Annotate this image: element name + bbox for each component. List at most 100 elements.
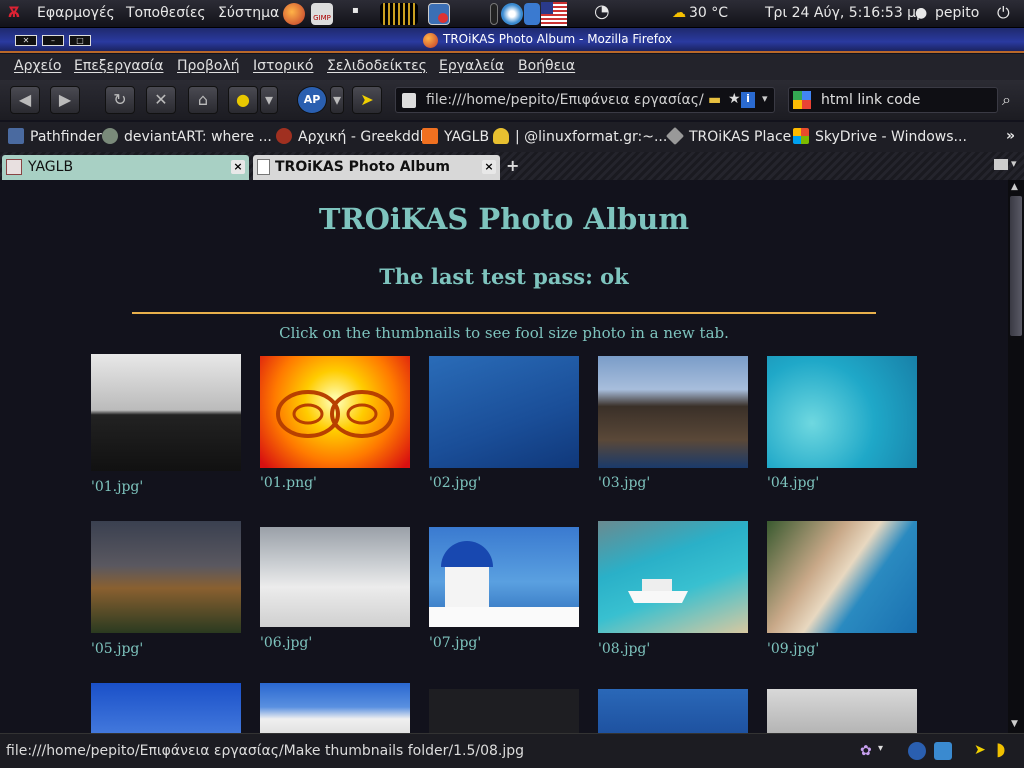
- bookmark-troikas-place[interactable]: TROiKAS Place: [665, 126, 791, 146]
- thumbnail-09-jpg[interactable]: [767, 521, 917, 633]
- addon-dropdown-button[interactable]: ▾: [260, 86, 278, 114]
- thumbnail-08-jpg[interactable]: [598, 521, 748, 633]
- addon-status-icon[interactable]: ✿: [860, 743, 872, 759]
- scroll-down-icon[interactable]: ▼: [1011, 719, 1018, 729]
- thumbnail-caption[interactable]: '09.jpg': [767, 641, 819, 657]
- thumbnail-14-image[interactable]: [767, 689, 917, 733]
- new-tab-icon[interactable]: +: [506, 156, 519, 175]
- dropbox-icon[interactable]: [524, 3, 540, 25]
- applications-menu[interactable]: Εφαρμογές: [37, 5, 115, 21]
- clock[interactable]: Τρι 24 Αύγ, 5:16:53 μμ: [765, 5, 925, 21]
- firefox-launcher-icon[interactable]: [283, 3, 305, 25]
- url-bar[interactable]: file:///home/pepito/Επιφάνεια εργασίας/M…: [395, 87, 775, 113]
- menu-edit[interactable]: Επεξεργασία: [74, 58, 163, 74]
- folder-icon[interactable]: ▬: [708, 92, 721, 108]
- menu-tools[interactable]: Εργαλεία: [439, 58, 504, 74]
- system-menu[interactable]: Σύστημα: [218, 5, 279, 21]
- bookmark-skydrive[interactable]: SkyDrive - Windows...: [793, 128, 967, 145]
- menu-help[interactable]: Βοήθεια: [518, 58, 575, 74]
- weather-temperature[interactable]: 30 °C: [689, 5, 728, 21]
- thumbnail-caption[interactable]: '01.jpg': [91, 479, 143, 495]
- ap-dropdown-button[interactable]: ▾: [330, 86, 344, 114]
- addon-status-dropdown-icon[interactable]: ▾: [878, 743, 883, 754]
- url-text[interactable]: file:///home/pepito/Επιφάνεια εργασίας/M…: [426, 92, 704, 108]
- thumbnail-04-jpg[interactable]: [767, 356, 917, 468]
- site-info-icon[interactable]: i: [741, 92, 755, 108]
- bookmark-deviantart[interactable]: deviantART: where ...: [102, 128, 272, 145]
- usb-drive-icon[interactable]: [490, 3, 498, 25]
- google-search-engine-icon[interactable]: [793, 91, 811, 109]
- tab-yaglb[interactable]: YAGLB ×: [2, 155, 249, 180]
- tab-list-dropdown-icon[interactable]: ▾: [1011, 157, 1017, 170]
- menu-file[interactable]: Αρχείο: [14, 58, 61, 74]
- thumbnail-03-jpg[interactable]: [598, 356, 748, 468]
- bookmarks-toolbar: Pathfinder deviantART: where ... Αρχική …: [0, 122, 1024, 152]
- thumbnail-caption[interactable]: '05.jpg': [91, 641, 143, 657]
- bookmarks-overflow-icon[interactable]: »: [1006, 128, 1015, 144]
- bookmark-yaglb[interactable]: YAGLB: [422, 128, 489, 145]
- thumbnail-caption[interactable]: '08.jpg': [598, 641, 650, 657]
- fish-status-icon[interactable]: ◗: [996, 739, 1005, 760]
- close-window-button[interactable]: ✕: [15, 35, 37, 46]
- ap-status-icon[interactable]: [908, 742, 926, 760]
- menu-history[interactable]: Ιστορικό: [253, 58, 313, 74]
- menu-bookmarks[interactable]: Σελιδοδείκτες: [327, 58, 427, 74]
- update-icon[interactable]: [501, 3, 523, 25]
- search-input[interactable]: html link code: [821, 92, 920, 108]
- stop-button[interactable]: ✕: [146, 86, 176, 114]
- thumbnail-caption[interactable]: '06.jpg': [260, 635, 312, 651]
- power-icon[interactable]: ⏻: [997, 3, 1010, 23]
- forward-button[interactable]: ▶: [50, 86, 80, 114]
- thumbnail-caption[interactable]: '02.jpg': [429, 475, 481, 491]
- search-bar[interactable]: html link code: [788, 87, 998, 113]
- close-tab-icon[interactable]: ×: [482, 160, 496, 174]
- pointer-status-icon[interactable]: ➤: [974, 742, 986, 758]
- scroll-up-icon[interactable]: ▲: [1011, 182, 1018, 192]
- minimize-window-button[interactable]: –: [42, 35, 64, 46]
- thumbnail-10-image[interactable]: [91, 683, 241, 733]
- thumbnail-caption[interactable]: '07.jpg': [429, 635, 481, 651]
- gimp-launcher-icon[interactable]: GIMP: [311, 3, 333, 25]
- tab-list-icon[interactable]: [994, 159, 1008, 170]
- workspace-switcher-icon[interactable]: [380, 3, 418, 25]
- thumbnail-06-jpg[interactable]: [260, 527, 410, 627]
- bookmark-star-icon[interactable]: ★: [728, 91, 741, 107]
- reload-button[interactable]: ↻: [105, 86, 135, 114]
- bookmark-pathfinder[interactable]: Pathfinder: [8, 128, 102, 145]
- thumbnail-05-jpg[interactable]: [91, 521, 241, 633]
- search-icon[interactable]: ⌕: [1002, 90, 1011, 110]
- back-button[interactable]: ◀: [10, 86, 40, 114]
- thumbnail-caption[interactable]: '03.jpg': [598, 475, 650, 491]
- scrollbar-thumb[interactable]: [1010, 196, 1022, 336]
- thumbnail-13-image[interactable]: [598, 689, 748, 733]
- thumbnail-07-jpg[interactable]: [429, 527, 579, 627]
- maximize-window-button[interactable]: □: [69, 35, 91, 46]
- pointer-tool-icon[interactable]: ➤: [352, 86, 382, 114]
- close-tab-icon[interactable]: ×: [231, 160, 245, 174]
- ap-addon-icon[interactable]: AP: [297, 86, 327, 114]
- url-dropdown-icon[interactable]: ▾: [762, 92, 768, 105]
- window-titlebar[interactable]: ✕ – □ TROiKAS Photo Album - Mozilla Fire…: [0, 28, 1024, 53]
- extension-status-icon[interactable]: [934, 742, 952, 760]
- thumbnail-caption[interactable]: '04.jpg': [767, 475, 819, 491]
- user-name[interactable]: pepito: [935, 5, 979, 21]
- thumbnail-caption[interactable]: '01.png': [260, 475, 317, 491]
- wifi-icon[interactable]: ◔: [594, 1, 610, 22]
- thumbnail-11-image[interactable]: [260, 683, 410, 733]
- thumbnail-02-jpg[interactable]: [429, 356, 579, 468]
- home-button[interactable]: ⌂: [188, 86, 218, 114]
- menu-view[interactable]: Προβολή: [177, 58, 240, 74]
- places-menu[interactable]: Τοποθεσίες: [126, 5, 206, 21]
- addon-toolbar-icon[interactable]: ●: [228, 86, 258, 114]
- thumbnail-01-png[interactable]: [260, 356, 410, 468]
- bookmark-linuxformat[interactable]: | @linuxformat.gr:~...: [493, 128, 667, 145]
- window-list-icon[interactable]: [428, 3, 450, 25]
- keyboard-layout-flag-icon[interactable]: [541, 2, 567, 26]
- thumbnail-12-image[interactable]: [429, 689, 579, 733]
- pathfinder-icon: [8, 128, 24, 144]
- bookmark-greekddl[interactable]: Αρχική - Greekddl: [276, 128, 424, 145]
- distro-logo-icon[interactable]: Ѫ: [8, 5, 20, 21]
- thumbnail-01-jpg[interactable]: [91, 354, 241, 471]
- separator-icon: ▪: [352, 5, 359, 16]
- tab-troikas-photo-album[interactable]: TROiKAS Photo Album ×: [253, 155, 500, 180]
